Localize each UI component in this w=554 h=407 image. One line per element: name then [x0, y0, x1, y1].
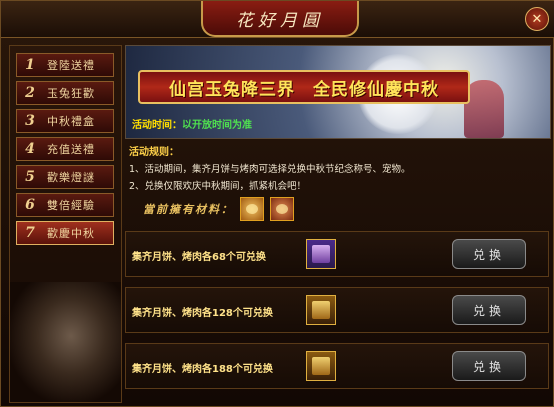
tab-number: 6 [25, 197, 35, 213]
exchange-row: 集齐月饼、烤肉各128个可兑换 兑换 [125, 287, 549, 333]
mooncake-icon[interactable] [240, 197, 264, 221]
activity-time: 活动时间：以开放时间为准 [132, 116, 252, 131]
exchange-desc: 集齐月饼、烤肉各68个可兑换 [132, 252, 266, 263]
tab-lantern-riddles[interactable]: 5 歡樂燈謎 [16, 165, 114, 189]
roast-meat-icon[interactable] [270, 197, 294, 221]
activity-time-label: 活动时间： [132, 120, 182, 131]
exchange-desc: 集齐月饼、烤肉各188个可兑换 [132, 364, 273, 375]
rules-heading: 活动规则： [129, 147, 179, 158]
tab-number: 4 [25, 141, 35, 157]
tab-number: 1 [25, 57, 35, 73]
tab-number: 3 [25, 113, 35, 129]
tab-label: 玉兔狂歡 [47, 87, 95, 100]
tab-label: 歡樂燈謎 [47, 171, 95, 184]
tab-number: 2 [25, 85, 35, 101]
tab-label: 充值送禮 [47, 143, 95, 156]
rule-line: 2、兑换仅限欢庆中秋期间，抓紧机会吧！ [129, 181, 307, 192]
exchange-row: 集齐月饼、烤肉各188个可兑换 兑换 [125, 343, 549, 389]
event-banner: 仙宫玉兔降三界 全民修仙慶中秋 活动时间：以开放时间为准 [125, 45, 551, 139]
tab-celebrate-midautumn[interactable]: 7 歡慶中秋 [16, 221, 114, 245]
materials-label: 當前擁有材料： [143, 203, 234, 216]
exchange-row: 集齐月饼、烤肉各68个可兑换 兑换 [125, 231, 549, 277]
tab-label: 登陸送禮 [47, 59, 95, 72]
tab-double-exp[interactable]: 6 雙倍經驗 [16, 193, 114, 217]
pet-box-icon[interactable] [306, 295, 336, 325]
character-portrait [10, 282, 121, 402]
tab-jade-rabbit[interactable]: 2 玉兔狂歡 [16, 81, 114, 105]
exchange-button[interactable]: 兑换 [452, 239, 526, 269]
exchange-desc: 集齐月饼、烤肉各128个可兑换 [132, 308, 273, 319]
tab-label: 歡慶中秋 [47, 227, 95, 240]
sidebar: 1 登陸送禮 2 玉兔狂歡 3 中秋禮盒 4 充值送禮 5 歡樂燈謎 6 雙倍經… [9, 45, 122, 403]
banner-title-plate: 仙宫玉兔降三界 全民修仙慶中秋 [138, 70, 470, 104]
banner-title: 仙宫玉兔降三界 全民修仙慶中秋 [169, 79, 439, 100]
tab-recharge-gift[interactable]: 4 充值送禮 [16, 137, 114, 161]
tab-number: 7 [25, 225, 35, 241]
tab-login-gift[interactable]: 1 登陸送禮 [16, 53, 114, 77]
title-card-icon[interactable] [306, 239, 336, 269]
content-panel: 仙宫玉兔降三界 全民修仙慶中秋 活动时间：以开放时间为准 活动规则： 1、活动期… [125, 45, 551, 403]
tab-label: 雙倍經驗 [47, 199, 95, 212]
window-title: 花好月圓 [236, 10, 324, 31]
exchange-button[interactable]: 兑换 [452, 295, 526, 325]
fairy-image [464, 80, 504, 138]
materials-row: 當前擁有材料： [143, 197, 294, 221]
close-button[interactable]: ✕ [525, 7, 549, 31]
tab-gift-box[interactable]: 3 中秋禮盒 [16, 109, 114, 133]
exchange-button[interactable]: 兑换 [452, 351, 526, 381]
tab-label: 中秋禮盒 [47, 115, 95, 128]
pet-box-icon[interactable] [306, 351, 336, 381]
activity-time-value: 以开放时间为准 [182, 120, 252, 131]
event-window: 花好月圓 ✕ 1 登陸送禮 2 玉兔狂歡 3 中秋禮盒 4 充值送禮 5 歡樂燈… [0, 0, 554, 407]
title-bar: 花好月圓 ✕ [1, 1, 554, 38]
title-plate: 花好月圓 [201, 1, 359, 37]
rules-section: 活动规则： 1、活动期间，集齐月饼与烤肉可选择兑换中秋节纪念称号、宠物。 2、兑… [129, 143, 545, 192]
tab-number: 5 [25, 169, 35, 185]
rule-line: 1、活动期间，集齐月饼与烤肉可选择兑换中秋节纪念称号、宠物。 [129, 164, 411, 175]
